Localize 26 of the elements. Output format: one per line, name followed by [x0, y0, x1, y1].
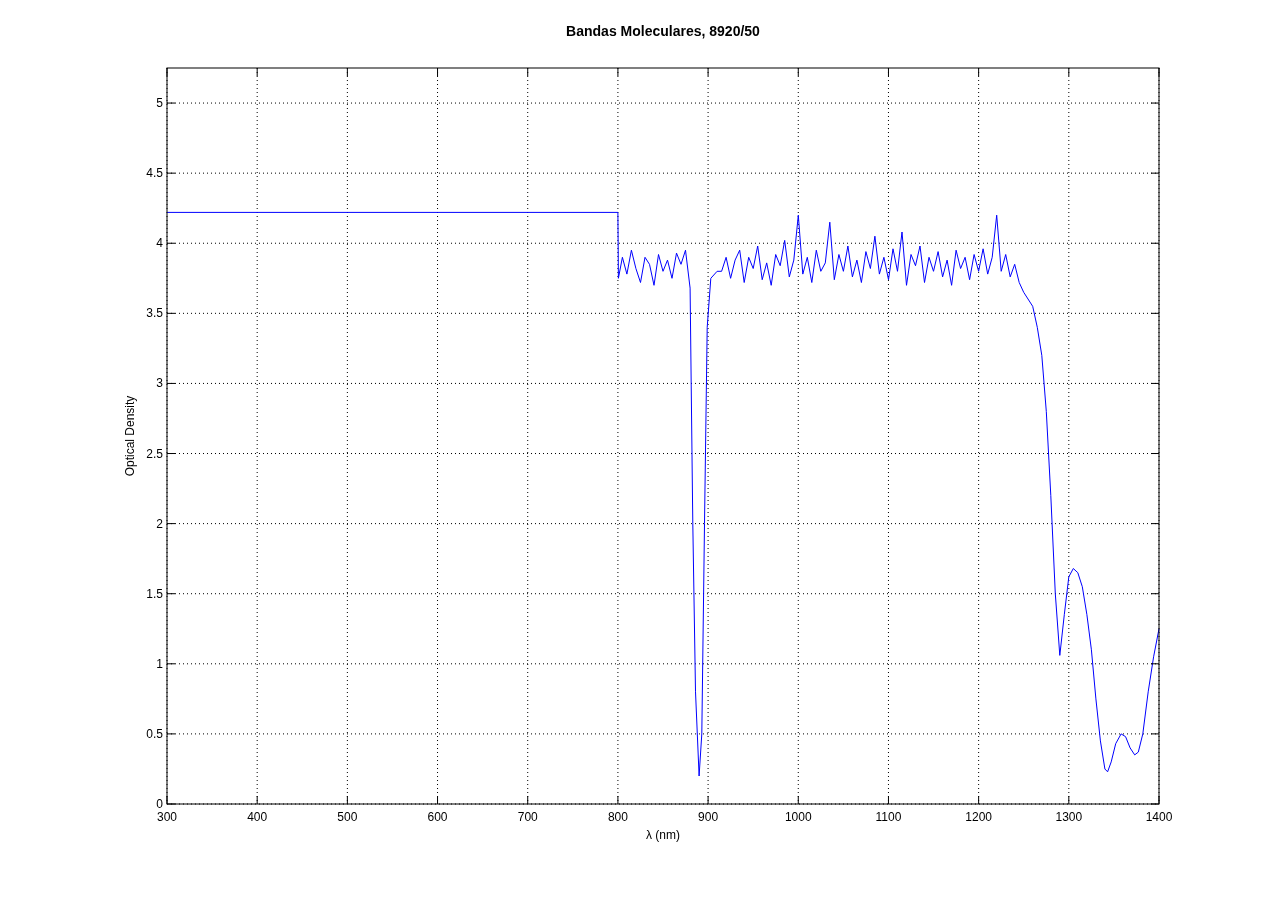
x-tick-label: 700	[517, 810, 538, 824]
x-tick-label: 800	[607, 810, 628, 824]
y-tick-label: 2	[156, 516, 163, 531]
y-tick-label: 4	[156, 236, 163, 251]
x-tick-label: 600	[427, 810, 448, 824]
y-tick-label: 3.5	[146, 306, 163, 321]
chart-title: Bandas Moleculares, 8920/50	[566, 23, 760, 39]
y-axis-label: Optical Density	[123, 395, 137, 477]
x-tick-label: 1000	[784, 810, 812, 824]
y-tick-label: 5	[156, 96, 163, 111]
y-tick-label: 1	[156, 656, 163, 671]
x-tick-label: 1200	[965, 810, 992, 824]
x-tick-label: 900	[698, 810, 719, 824]
x-tick-label: 1300	[1055, 810, 1083, 824]
x-tick-label: 1400	[1145, 810, 1173, 824]
x-tick-label: 1100	[875, 810, 902, 824]
x-tick-label: 400	[247, 810, 268, 824]
y-tick-label: 0.5	[146, 726, 163, 741]
x-axis-label: λ (nm)	[646, 828, 680, 842]
y-tick-label: 3	[156, 376, 163, 391]
y-tick-label: 0	[156, 797, 163, 811]
y-tick-label: 2.5	[146, 446, 163, 461]
x-tick-label: 500	[337, 810, 358, 824]
x-tick-label: 300	[157, 810, 177, 824]
y-tick-label: 1.5	[146, 586, 163, 601]
y-tick-label: 4.5	[146, 166, 163, 181]
